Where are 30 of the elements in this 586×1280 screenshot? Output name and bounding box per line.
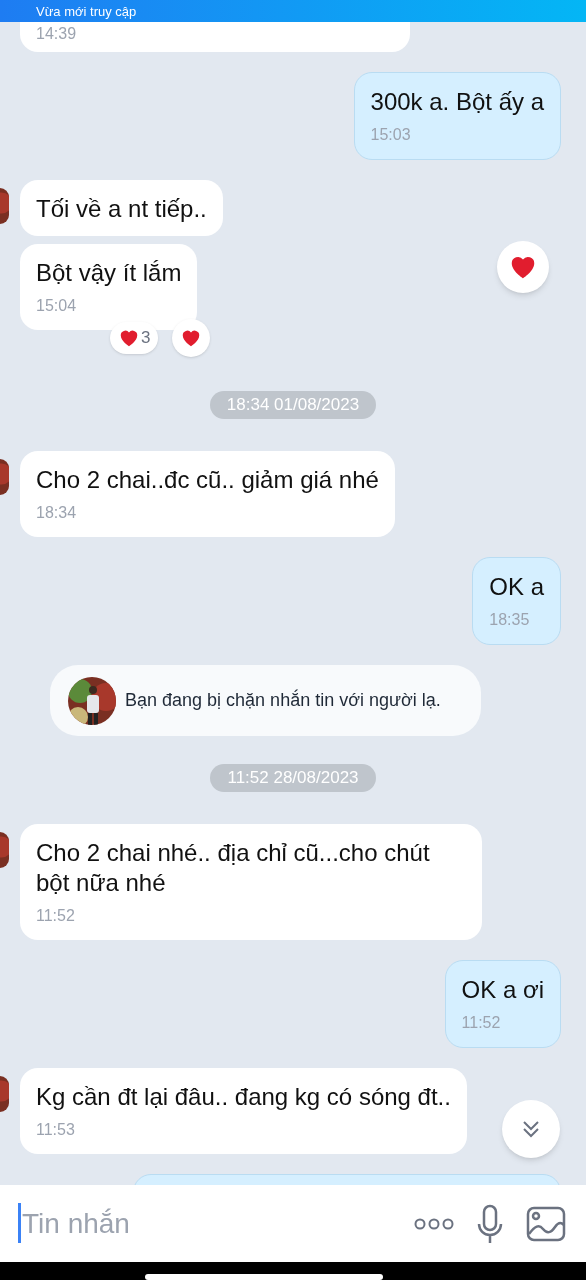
text-cursor bbox=[18, 1203, 21, 1243]
message-text: OK a bbox=[489, 572, 544, 602]
date-pill: 18:34 01/08/2023 bbox=[209, 391, 377, 419]
image-icon[interactable] bbox=[526, 1205, 566, 1242]
message-text: Bột vậy ít lắm bbox=[36, 258, 182, 288]
message-text: Cho 2 chai nhé.. địa chỉ cũ...cho chút bột nữa nhé bbox=[36, 838, 431, 898]
message-time: 11:53 bbox=[36, 1120, 76, 1140]
scroll-down-button[interactable] bbox=[502, 1100, 560, 1158]
message-time: 14:39 bbox=[36, 24, 78, 44]
message-time: 18:35 bbox=[489, 610, 531, 630]
date-pill: 11:52 28/08/2023 bbox=[210, 764, 376, 792]
message-text: Cho 2 chai..đc cũ.. giảm giá nhé bbox=[36, 465, 379, 495]
message-time: 18:34 bbox=[36, 503, 78, 523]
microphone-icon[interactable] bbox=[476, 1203, 504, 1244]
more-icon[interactable] bbox=[414, 1217, 454, 1230]
message-time: 11:52 bbox=[461, 1013, 502, 1033]
message-time: 15:03 bbox=[370, 125, 412, 145]
message-time: 15:04 bbox=[36, 296, 78, 316]
my-reaction[interactable] bbox=[172, 319, 211, 357]
last-seen-text: Vừa mới truy cập bbox=[36, 4, 137, 18]
message-text: OK a ơi bbox=[461, 975, 544, 1005]
reaction-summary[interactable]: 3 bbox=[110, 322, 159, 354]
message-text: Tối về a nt tiếp.. bbox=[36, 194, 207, 224]
react-button[interactable] bbox=[497, 241, 549, 293]
notice-text: Bạn đang bị chặn nhắn tin với người lạ. bbox=[125, 688, 441, 712]
message-input[interactable]: Tin nhắn bbox=[0, 1185, 414, 1262]
message-text: 300k a. Bột ấy a bbox=[370, 87, 544, 117]
message-text: Kg cần đt lại đâu.. đang kg có sóng đt.. bbox=[36, 1082, 451, 1112]
reaction-count: 3 bbox=[141, 327, 151, 350]
message-time: 11:52 bbox=[36, 906, 76, 926]
